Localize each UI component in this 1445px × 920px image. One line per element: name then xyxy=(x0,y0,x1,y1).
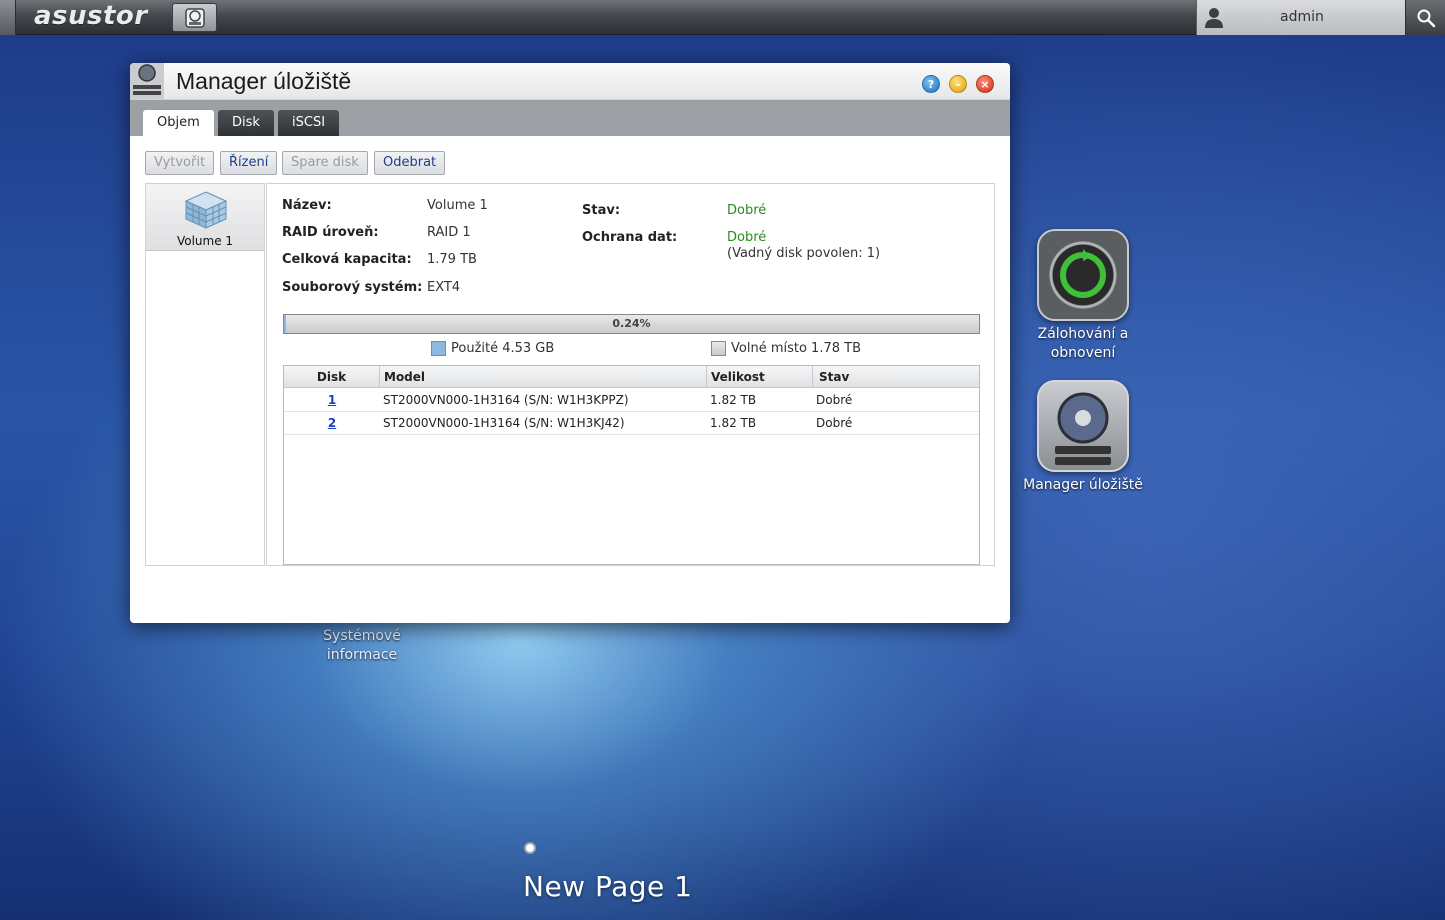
legend-used: Použité 4.53 GB xyxy=(431,341,554,356)
table-row[interactable]: 2 ST2000VN000-1H3164 (S/N: W1H3KJ42) 1.8… xyxy=(284,412,979,435)
disk-size: 1.82 TB xyxy=(710,416,757,430)
search-button[interactable] xyxy=(1405,0,1445,35)
backup-restore-label-2: obnovení xyxy=(1050,345,1116,361)
disk-status: Dobré xyxy=(816,393,853,407)
desktop-icon-system-info[interactable]: Systémové informace xyxy=(305,627,419,665)
manage-button[interactable]: Řízení xyxy=(220,151,278,175)
help-icon: ? xyxy=(927,77,935,91)
storage-app-button[interactable] xyxy=(172,3,217,32)
volume-list: Volume 1 xyxy=(145,183,265,566)
page-name: New Page 1 xyxy=(523,870,693,903)
page-indicator-dot[interactable] xyxy=(524,842,536,854)
name-label: Název: xyxy=(282,198,332,213)
legend-free: Volné místo 1.78 TB xyxy=(711,341,861,356)
col-model[interactable]: Model xyxy=(380,366,707,388)
free-swatch xyxy=(711,341,726,356)
storage-drive-icon xyxy=(184,7,205,28)
volume-cube-icon xyxy=(184,191,228,229)
capacity-label: Celková kapacita: xyxy=(282,252,412,267)
storage-manager-app-icon xyxy=(130,63,164,99)
top-bar-edge-handle[interactable] xyxy=(0,0,16,35)
tab-disk[interactable]: Disk xyxy=(218,110,274,136)
disk-link[interactable]: 1 xyxy=(284,389,380,412)
tab-bar: Objem Disk iSCSI xyxy=(130,100,1010,136)
filesystem-label: Souborový systém: xyxy=(282,280,423,295)
status-label: Stav: xyxy=(582,203,621,218)
volume-list-item-label: Volume 1 xyxy=(176,234,234,248)
disk-table-header: Disk Model Velikost Stav xyxy=(284,366,979,388)
system-info-label-2: informace xyxy=(326,647,398,663)
capacity-value: 1.79 TB xyxy=(427,252,477,267)
backup-restore-label-1: Zálohování a xyxy=(1037,326,1129,342)
col-size[interactable]: Velikost xyxy=(707,366,813,388)
disk-model: ST2000VN000-1H3164 (S/N: W1H3KPPZ) xyxy=(383,393,629,407)
col-disk[interactable]: Disk xyxy=(284,366,380,388)
usage-progress-bar: 0.24% xyxy=(283,314,980,334)
close-button[interactable]: × xyxy=(976,75,994,93)
protection-note: (Vadný disk povolen: 1) xyxy=(727,246,881,261)
username-label: admin xyxy=(1280,9,1324,25)
filesystem-value: EXT4 xyxy=(427,280,461,295)
system-info-label-1: Systémové xyxy=(323,628,401,644)
remove-button[interactable]: Odebrat xyxy=(374,151,446,175)
raid-value: RAID 1 xyxy=(427,225,471,240)
storage-manager-icon xyxy=(1037,380,1129,472)
top-bar: asustor admin xyxy=(0,0,1445,35)
minimize-button[interactable]: – xyxy=(949,75,967,93)
protection-label: Ochrana dat: xyxy=(582,230,678,245)
window-title-bar[interactable]: Manager úložiště ? – × xyxy=(130,63,1010,100)
volume-list-item[interactable]: Volume 1 xyxy=(146,184,264,251)
disk-link[interactable]: 2 xyxy=(284,412,380,435)
free-label: Volné místo 1.78 TB xyxy=(731,341,861,356)
disk-table: Disk Model Velikost Stav 1 ST2000VN000-1… xyxy=(283,365,980,565)
raid-label: RAID úroveň: xyxy=(282,225,379,240)
help-button[interactable]: ? xyxy=(922,75,940,93)
storage-manager-label: Manager úložiště xyxy=(1023,477,1143,493)
tab-iscsi[interactable]: iSCSI xyxy=(278,110,340,136)
user-menu[interactable]: admin xyxy=(1196,0,1405,35)
used-label: Použité 4.53 GB xyxy=(451,341,555,356)
disk-model: ST2000VN000-1H3164 (S/N: W1H3KJ42) xyxy=(383,416,625,430)
asustor-logo: asustor xyxy=(34,1,148,31)
search-icon xyxy=(1417,9,1435,27)
tab-objem[interactable]: Objem xyxy=(143,110,214,136)
spare-disk-button[interactable]: Spare disk xyxy=(282,151,368,175)
window-title: Manager úložiště xyxy=(176,68,352,94)
minimize-icon: – xyxy=(955,77,961,91)
storage-manager-window: Manager úložiště ? – × Objem Disk iSCSI … xyxy=(130,63,1010,623)
col-status[interactable]: Stav xyxy=(813,366,979,388)
disk-status: Dobré xyxy=(816,416,853,430)
create-button[interactable]: Vytvořit xyxy=(145,151,215,175)
volume-details: Název: Volume 1 RAID úroveň: RAID 1 Celk… xyxy=(266,183,995,566)
status-value: Dobré xyxy=(727,203,767,218)
usage-percent: 0.24% xyxy=(612,317,651,330)
close-icon: × xyxy=(980,77,990,91)
table-row[interactable]: 1 ST2000VN000-1H3164 (S/N: W1H3KPPZ) 1.8… xyxy=(284,389,979,412)
name-value: Volume 1 xyxy=(427,198,488,213)
protection-value: Dobré xyxy=(727,230,767,245)
desktop-icon-backup-restore[interactable]: Zálohování a obnovení xyxy=(1026,229,1140,363)
used-swatch xyxy=(431,341,446,356)
backup-restore-icon xyxy=(1037,229,1129,321)
user-icon xyxy=(1205,8,1223,28)
disk-size: 1.82 TB xyxy=(710,393,757,407)
desktop-icon-storage-manager[interactable]: Manager úložiště xyxy=(1021,380,1145,495)
